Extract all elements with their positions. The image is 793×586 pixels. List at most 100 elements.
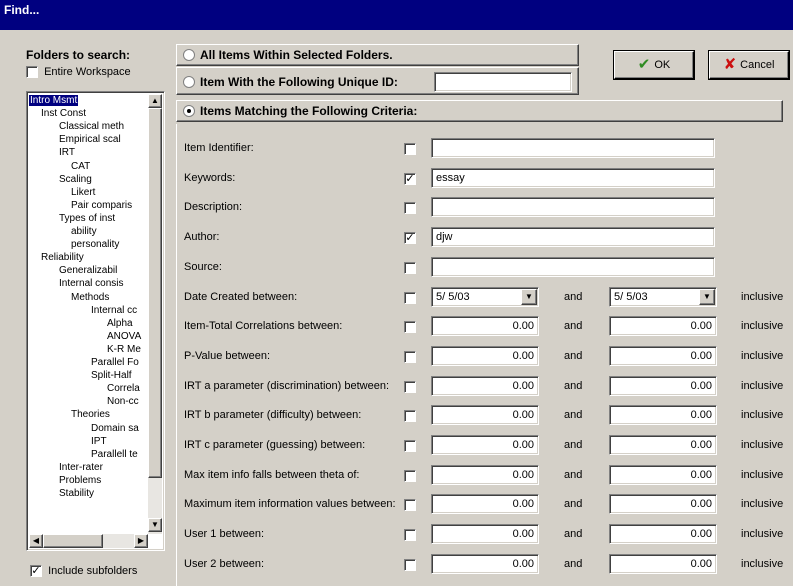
range-from-input[interactable]: 0.00	[431, 464, 539, 485]
folder-tree-item[interactable]: Internal consis	[59, 278, 123, 289]
folder-tree-item[interactable]: CAT	[71, 161, 90, 172]
range-from-input[interactable]: 0.00	[431, 524, 539, 545]
folder-tree-item[interactable]: Non-cc	[107, 396, 139, 407]
date-to-picker[interactable]: 5/ 5/03 ▼	[609, 286, 717, 307]
criterion-input[interactable]	[431, 256, 715, 277]
option-criteria[interactable]: Items Matching the Following Criteria:	[176, 100, 783, 122]
range-to-input[interactable]: 0.00	[609, 524, 717, 545]
folder-tree-item[interactable]: Problems	[59, 475, 101, 486]
scroll-down-icon[interactable]: ▼	[148, 518, 162, 532]
date-created-checkbox[interactable]	[404, 291, 416, 304]
criterion-checkbox[interactable]: ✓	[404, 172, 416, 185]
criterion-checkbox[interactable]	[404, 410, 416, 423]
criterion-checkbox[interactable]	[404, 529, 416, 542]
scroll-right-icon[interactable]: ▶	[134, 534, 148, 548]
range-to-input[interactable]: 0.00	[609, 405, 717, 426]
folder-tree-item[interactable]: Types of inst	[59, 213, 115, 224]
window-title: Find...	[4, 3, 40, 17]
folder-tree-item[interactable]: Empirical scal	[59, 134, 121, 145]
folder-tree-item[interactable]: Split-Half	[91, 370, 132, 381]
vertical-scroll-thumb[interactable]	[148, 108, 162, 478]
criterion-checkbox[interactable]	[404, 202, 416, 215]
inclusive-label: inclusive	[741, 439, 784, 451]
folder-tree-item[interactable]: Likert	[71, 187, 95, 198]
criteria-radio[interactable]	[183, 105, 195, 117]
folder-tree-item[interactable]: Scaling	[59, 174, 92, 185]
range-to-input[interactable]: 0.00	[609, 494, 717, 515]
range-to-input[interactable]: 0.00	[609, 345, 717, 366]
folder-tree-item[interactable]: Theories	[71, 409, 110, 420]
range-from-input[interactable]: 0.00	[431, 405, 539, 426]
range-to-input[interactable]: 0.00	[609, 375, 717, 396]
criterion-checkbox[interactable]	[404, 143, 416, 155]
entire-workspace-checkbox[interactable]	[26, 66, 38, 79]
folder-tree-item[interactable]: Pair comparis	[71, 200, 132, 211]
ok-button[interactable]: ✔ OK	[614, 51, 694, 79]
folder-tree-item[interactable]: IRT	[59, 147, 75, 158]
folder-tree-item[interactable]: ANOVA	[107, 331, 141, 342]
folder-tree-item[interactable]: Alpha	[107, 318, 133, 329]
range-from-input[interactable]: 0.00	[431, 345, 539, 366]
folder-tree-item[interactable]: ability	[71, 226, 97, 237]
criterion-checkbox[interactable]	[404, 380, 416, 393]
folder-tree-item[interactable]: Inter-rater	[59, 462, 103, 473]
folder-tree-item[interactable]: Domain sa	[91, 423, 139, 434]
folder-tree-item[interactable]: Internal cc	[91, 305, 137, 316]
range-from-input[interactable]: 0.00	[431, 316, 539, 337]
dropdown-arrow-icon[interactable]: ▼	[699, 288, 715, 305]
criterion-checkbox[interactable]	[404, 499, 416, 512]
criterion-checkbox[interactable]	[404, 469, 416, 482]
folder-tree-item[interactable]: Generalizabil	[59, 265, 117, 276]
option-all-items[interactable]: All Items Within Selected Folders.	[176, 44, 579, 66]
horizontal-scroll-thumb[interactable]	[43, 534, 103, 548]
range-from-input[interactable]: 0.00	[431, 553, 539, 574]
inclusive-label: inclusive	[741, 290, 784, 303]
criterion-label: User 1 between:	[184, 528, 265, 541]
range-from-input[interactable]: 0.00	[431, 435, 539, 455]
criterion-checkbox[interactable]	[404, 261, 416, 274]
criterion-input[interactable]: djw	[431, 227, 715, 248]
range-from-input[interactable]: 0.00	[431, 494, 539, 515]
folder-tree-item[interactable]: Methods	[71, 292, 109, 303]
scroll-up-icon[interactable]: ▲	[148, 94, 162, 108]
unique-id-radio[interactable]	[183, 76, 195, 88]
criterion-checkbox[interactable]	[404, 321, 416, 334]
include-subfolders-option[interactable]: ✓ Include subfolders	[30, 565, 137, 578]
folder-tree-item[interactable]: K-R Me	[107, 344, 141, 355]
criterion-input[interactable]	[431, 197, 715, 218]
folder-tree-item[interactable]: personality	[71, 239, 119, 250]
scroll-left-icon[interactable]: ◀	[29, 534, 43, 548]
all-items-radio[interactable]	[183, 49, 195, 61]
folder-tree-item[interactable]: Classical meth	[59, 121, 124, 132]
criterion-input[interactable]	[431, 138, 715, 158]
folder-tree-item[interactable]: Correla	[107, 383, 140, 394]
folder-tree-item[interactable]: Reliability	[41, 252, 84, 263]
and-label: and	[564, 498, 583, 511]
folder-tree[interactable]: Intro Msmt Inst Const Classical meth Empiri…	[26, 91, 165, 551]
criterion-checkbox[interactable]	[404, 558, 416, 571]
entire-workspace-option[interactable]: Entire Workspace	[26, 66, 131, 79]
range-to-input[interactable]: 0.00	[609, 435, 717, 455]
folder-tree-item[interactable]: Parallell te	[91, 449, 138, 460]
folder-tree-item[interactable]: IPT	[91, 436, 107, 447]
folder-tree-item[interactable]: Stability	[59, 488, 94, 499]
criterion-label: Maximum item information values between:	[184, 498, 396, 511]
range-to-input[interactable]: 0.00	[609, 316, 717, 337]
folder-tree-item[interactable]: Parallel Fo	[91, 357, 139, 368]
range-to-input[interactable]: 0.00	[609, 553, 717, 574]
criterion-input[interactable]: essay	[431, 167, 715, 188]
dropdown-arrow-icon[interactable]: ▼	[521, 288, 537, 305]
criterion-checkbox[interactable]	[404, 350, 416, 363]
folder-tree-item[interactable]: Inst Const	[41, 108, 86, 119]
range-from-input[interactable]: 0.00	[431, 375, 539, 396]
tree-vertical-scrollbar[interactable]: ▲ ▼	[148, 94, 162, 534]
tree-horizontal-scrollbar[interactable]: ◀ ▶	[29, 534, 148, 548]
unique-id-input[interactable]	[434, 72, 572, 92]
date-from-picker[interactable]: 5/ 5/03 ▼	[431, 286, 539, 307]
folder-tree-item[interactable]: Intro Msmt	[29, 95, 79, 106]
range-to-input[interactable]: 0.00	[609, 464, 717, 485]
cancel-button[interactable]: ✘ Cancel	[709, 51, 789, 79]
include-subfolders-checkbox[interactable]: ✓	[30, 565, 42, 578]
criterion-checkbox[interactable]	[404, 440, 416, 452]
criterion-checkbox[interactable]: ✓	[404, 232, 416, 245]
